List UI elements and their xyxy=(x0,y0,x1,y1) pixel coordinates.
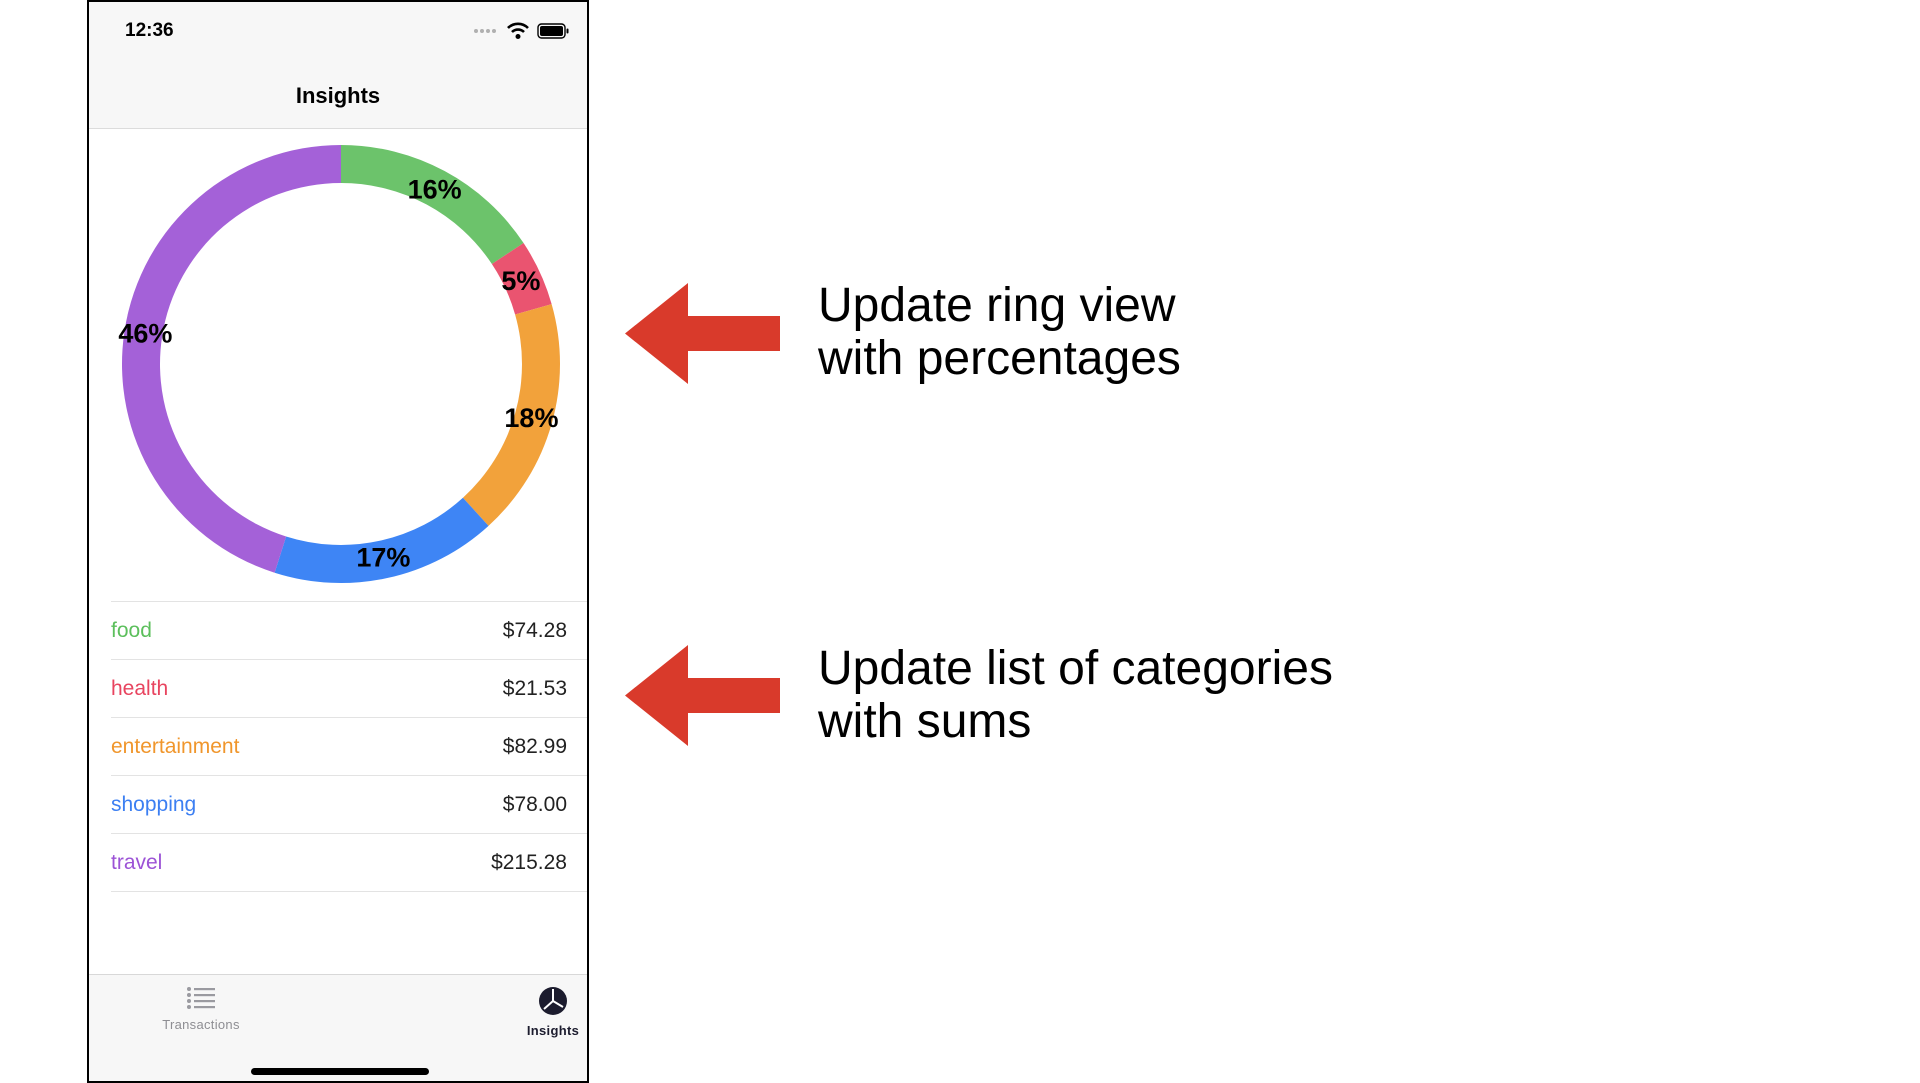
category-sum: $21.53 xyxy=(502,676,567,700)
category-name: shopping xyxy=(111,792,197,816)
signal-icon xyxy=(474,29,496,33)
arrow-ring-icon xyxy=(625,283,780,384)
ring-label-health: 5% xyxy=(501,266,540,296)
ring-label-entertainment: 18% xyxy=(504,403,558,433)
tab-insights[interactable]: Insights xyxy=(463,985,587,1038)
phone-screen: 12:36 Insights 16% 5% 18% 17% 46% food $74.28… xyxy=(87,0,589,1083)
category-name: food xyxy=(111,618,152,642)
tab-label-transactions: Transactions xyxy=(162,1017,240,1032)
tab-label-insights: Insights xyxy=(526,1023,580,1038)
arrow-list-icon xyxy=(625,645,780,746)
category-row-entertainment[interactable]: entertainment $82.99 xyxy=(111,718,587,776)
annotation-list-line-1: Update list of categories xyxy=(818,642,1333,695)
category-row-food[interactable]: food $74.28 xyxy=(111,602,587,660)
wifi-icon xyxy=(507,22,529,39)
pie-chart-icon xyxy=(539,987,567,1015)
category-name: entertainment xyxy=(111,734,240,758)
category-name: travel xyxy=(111,850,163,874)
annotation-ring: Update ring view with percentages xyxy=(818,279,1518,385)
category-list: food $74.28 health $21.53 entertainment $82.9… xyxy=(111,601,587,892)
battery-icon xyxy=(537,23,569,39)
ring-label-food: 16% xyxy=(408,175,462,205)
annotation-ring-line-2: with percentages xyxy=(818,332,1181,385)
status-icons xyxy=(473,22,569,40)
annotation-ring-line-1: Update ring view xyxy=(818,279,1176,332)
category-name: health xyxy=(111,676,169,700)
category-sum: $215.28 xyxy=(491,850,567,874)
ring-label-shopping: 17% xyxy=(356,542,410,572)
home-indicator xyxy=(251,1068,429,1075)
ring-chart: 16% 5% 18% 17% 46% xyxy=(118,145,560,583)
category-row-shopping[interactable]: shopping $78.00 xyxy=(111,776,587,834)
navigation-bar: Insights xyxy=(89,64,587,129)
annotation-list: Update list of categories with sums xyxy=(818,642,1518,748)
page-title: Insights xyxy=(295,83,381,108)
category-sum: $78.00 xyxy=(502,792,567,816)
status-time: 12:36 xyxy=(125,20,174,41)
ring-segment-travel xyxy=(122,145,341,573)
list-icon xyxy=(187,987,215,1009)
category-sum: $82.99 xyxy=(502,734,567,758)
category-row-health[interactable]: health $21.53 xyxy=(111,660,587,718)
tab-transactions[interactable]: Transactions xyxy=(111,985,291,1032)
category-row-travel[interactable]: travel $215.28 xyxy=(111,834,587,892)
annotation-list-line-2: with sums xyxy=(818,695,1032,748)
tab-bar: Transactions Insights xyxy=(89,974,587,1081)
ring-label-travel: 46% xyxy=(118,319,172,349)
category-sum: $74.28 xyxy=(502,618,567,642)
status-bar: 12:36 xyxy=(89,2,587,64)
